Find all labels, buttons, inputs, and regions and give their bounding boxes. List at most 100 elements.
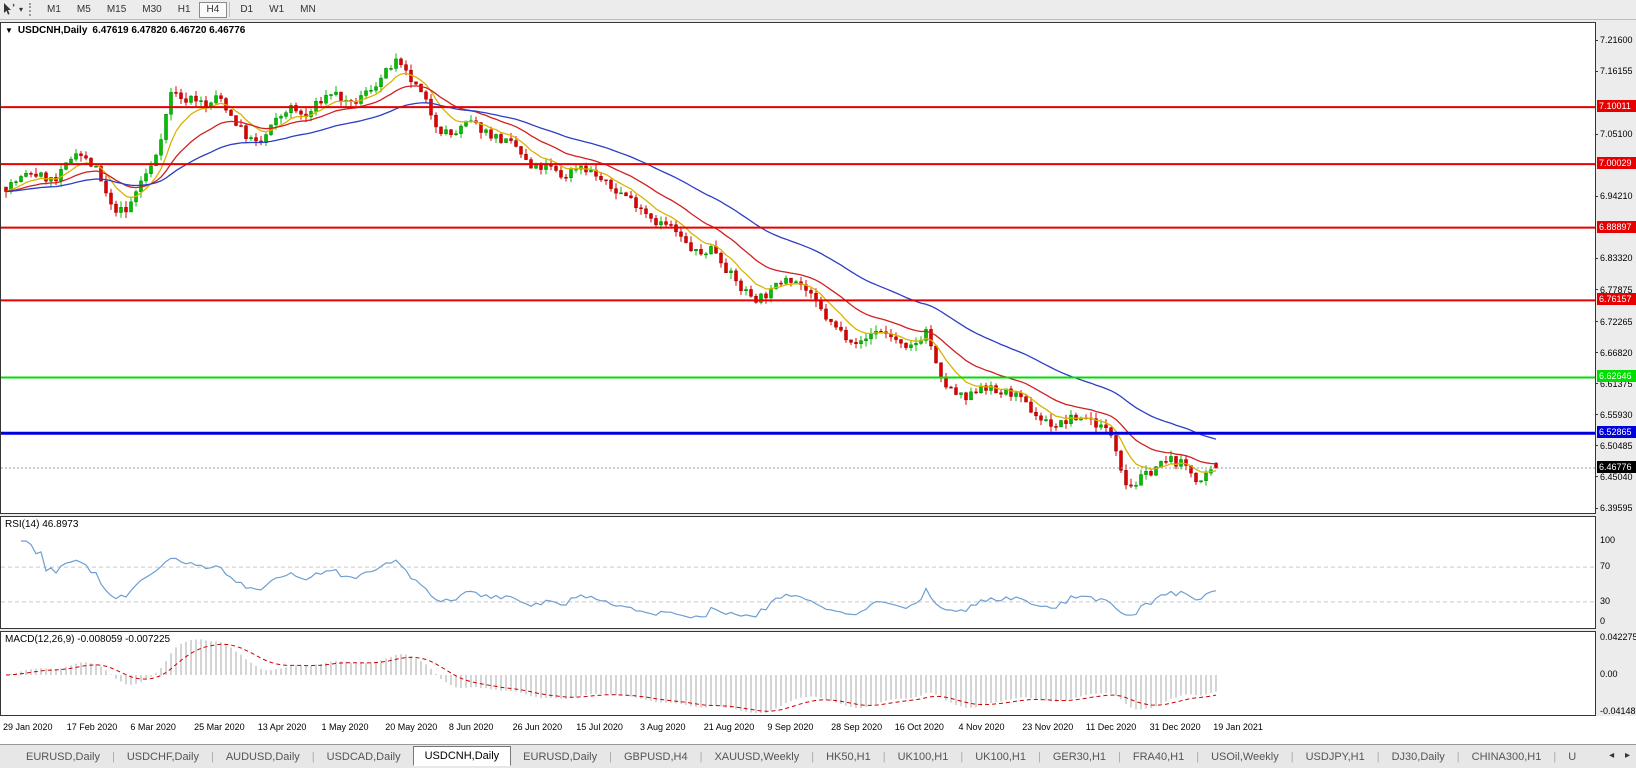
axis-tick-mark: [1595, 383, 1598, 384]
chart-tab-usoil-weekly[interactable]: USOil,Weekly: [1199, 748, 1291, 766]
date-axis-label: 8 Jun 2020: [449, 722, 494, 732]
toolbar-grip[interactable]: [29, 3, 35, 16]
chart-tab-bar: EURUSD,Daily|USDCHF,Daily|AUDUSD,Daily|U…: [0, 744, 1636, 768]
level-price-tag[interactable]: 7.00029: [1597, 157, 1636, 169]
chart-tab-gbpusd-h4[interactable]: GBPUSD,H4: [612, 748, 700, 766]
level-price-tag[interactable]: 6.62646: [1597, 370, 1636, 382]
date-axis-label: 17 Feb 2020: [67, 722, 118, 732]
chart-tab-hk50-h1[interactable]: HK50,H1: [814, 748, 883, 766]
macd-axis-tick: 0.00: [1600, 669, 1618, 679]
timeframe-button-m5[interactable]: M5: [69, 2, 99, 18]
price-axis-tick: 6.39595: [1600, 503, 1633, 513]
chart-tab-uk100-h1[interactable]: UK100,H1: [886, 748, 961, 766]
date-axis-label: 13 Apr 2020: [258, 722, 307, 732]
date-axis-label: 15 Jul 2020: [576, 722, 623, 732]
date-axis-label: 9 Sep 2020: [767, 722, 813, 732]
date-axis-label: 31 Dec 2020: [1150, 722, 1201, 732]
axis-tick-mark: [1595, 258, 1598, 259]
chart-tab-usdcnh-daily[interactable]: USDCNH,Daily: [413, 746, 512, 766]
timeframe-button-d1[interactable]: D1: [232, 2, 261, 18]
timeframe-button-m15[interactable]: M15: [99, 2, 134, 18]
chart-tab-eurusd-daily[interactable]: EURUSD,Daily: [511, 748, 609, 766]
price-axis-tick: 6.72265: [1600, 317, 1633, 327]
macd-axis-tick: -0.04148: [1600, 706, 1636, 716]
chart-tab-usdcad-daily[interactable]: USDCAD,Daily: [315, 748, 413, 766]
chevron-down-icon[interactable]: ▾: [19, 5, 23, 14]
rsi-chart: [1, 517, 1595, 628]
axis-tick-mark: [1595, 508, 1598, 509]
chart-tab-dj30-daily[interactable]: DJ30,Daily: [1380, 748, 1457, 766]
price-axis-tick: 7.21600: [1600, 35, 1633, 45]
timeframe-toolbar: ▾ M1M5M15M30H1H4D1W1MN: [0, 0, 1636, 20]
axis-tick-mark: [1595, 289, 1598, 290]
chart-tab-ger30-h1[interactable]: GER30,H1: [1041, 748, 1118, 766]
chart-tab-usdchf-daily[interactable]: USDCHF,Daily: [115, 748, 211, 766]
level-price-tag[interactable]: 6.52865: [1597, 426, 1636, 438]
timeframe-button-w1[interactable]: W1: [261, 2, 292, 18]
axis-tick-mark: [1595, 196, 1598, 197]
chart-tab-xauusd-weekly[interactable]: XAUUSD,Weekly: [702, 748, 811, 766]
price-axis-tick: 6.50485: [1600, 441, 1633, 451]
axis-tick-mark: [1595, 71, 1598, 72]
rsi-axis-tick: 100: [1600, 535, 1615, 545]
chart-tab-uk100-h1[interactable]: UK100,H1: [963, 748, 1038, 766]
price-axis-tick: 7.16155: [1600, 66, 1633, 76]
price-axis-tick: 6.55930: [1600, 410, 1633, 420]
timeframe-button-m1[interactable]: M1: [39, 2, 69, 18]
axis-tick-mark: [1595, 445, 1598, 446]
axis-tick-mark: [1595, 352, 1598, 353]
date-axis-label: 28 Sep 2020: [831, 722, 882, 732]
chart-tab-eurusd-daily[interactable]: EURUSD,Daily: [14, 748, 112, 766]
price-axis: 7.216007.161557.051006.942106.833206.778…: [1597, 0, 1636, 768]
rsi-axis-tick: 0: [1600, 616, 1605, 626]
date-axis-label: 20 May 2020: [385, 722, 437, 732]
timeframe-buttons: M1M5M15M30H1H4D1W1MN: [39, 2, 324, 18]
timeframe-button-m30[interactable]: M30: [134, 2, 169, 18]
tab-scroll-arrows[interactable]: ◂ ▸: [1609, 750, 1634, 761]
date-axis-label: 26 Jun 2020: [513, 722, 563, 732]
date-axis-label: 1 May 2020: [322, 722, 369, 732]
level-price-tag[interactable]: 6.88897: [1597, 221, 1636, 233]
date-axis-label: 6 Mar 2020: [130, 722, 176, 732]
rsi-axis-tick: 30: [1600, 596, 1610, 606]
axis-tick-mark: [1595, 40, 1598, 41]
date-axis-label: 25 Mar 2020: [194, 722, 245, 732]
date-axis-label: 3 Aug 2020: [640, 722, 686, 732]
level-price-tag[interactable]: 7.10011: [1597, 100, 1636, 112]
price-axis-tick: 7.05100: [1600, 129, 1633, 139]
price-axis-tick: 6.83320: [1600, 253, 1633, 263]
date-axis-label: 16 Oct 2020: [895, 722, 944, 732]
macd-indicator-panel[interactable]: [0, 631, 1596, 716]
chart-tab-fra40-h1[interactable]: FRA40,H1: [1121, 748, 1196, 766]
axis-tick-mark: [1595, 476, 1598, 477]
chart-tab-audusd-daily[interactable]: AUDUSD,Daily: [214, 748, 312, 766]
level-price-tag[interactable]: 6.76157: [1597, 293, 1636, 305]
timeframe-button-mn[interactable]: MN: [292, 2, 324, 18]
macd-axis-tick: 0.042275: [1600, 632, 1636, 642]
cursor-tool-icon[interactable]: [1, 2, 19, 17]
chart-symbol-label: USDCNH,Daily: [18, 25, 87, 36]
candlestick-chart[interactable]: [1, 23, 1595, 513]
price-axis-tick: 6.45040: [1600, 472, 1633, 482]
timeframe-button-h4[interactable]: H4: [199, 2, 228, 18]
chart-tab-usdjpy-h1[interactable]: USDJPY,H1: [1294, 748, 1377, 766]
rsi-indicator-panel[interactable]: [0, 516, 1596, 629]
price-chart-panel[interactable]: [0, 22, 1596, 514]
date-axis-label: 29 Jan 2020: [3, 722, 53, 732]
date-axis-label: 4 Nov 2020: [959, 722, 1005, 732]
macd-chart: [1, 632, 1595, 715]
price-axis-tick: 6.94210: [1600, 191, 1633, 201]
current-price-tag: 6.46776: [1597, 461, 1636, 473]
collapse-triangle-icon[interactable]: ▼: [5, 26, 13, 35]
timeframe-button-h1[interactable]: H1: [170, 2, 199, 18]
chart-tab-u[interactable]: U: [1556, 748, 1588, 766]
toolbar-separator: [229, 2, 230, 17]
date-axis-label: 19 Jan 2021: [1213, 722, 1263, 732]
date-axis-label: 23 Nov 2020: [1022, 722, 1073, 732]
date-axis-label: 21 Aug 2020: [704, 722, 755, 732]
chart-tab-china300-h1[interactable]: CHINA300,H1: [1460, 748, 1554, 766]
date-axis-label: 11 Dec 2020: [1086, 722, 1136, 732]
axis-tick-mark: [1595, 321, 1598, 322]
rsi-axis-tick: 70: [1600, 561, 1610, 571]
date-axis: 29 Jan 2020 17 Feb 2020 6 Mar 2020 25 Mar 2…: [0, 716, 1636, 744]
